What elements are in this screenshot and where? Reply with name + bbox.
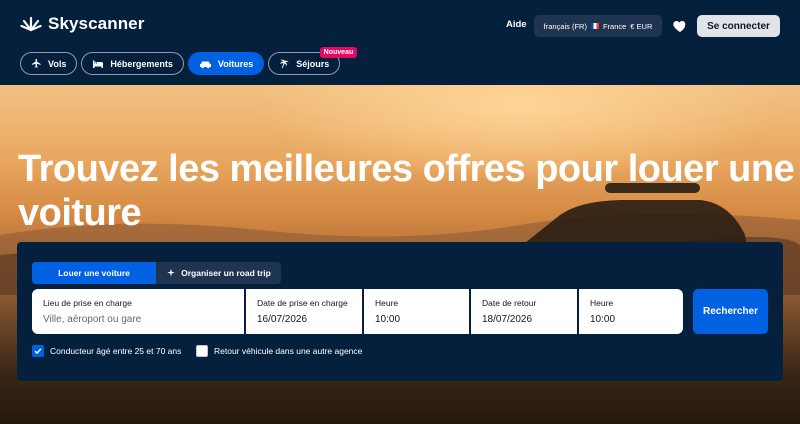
sparkle-icon [167,268,175,277]
tab-packages[interactable]: Séjours Nouveau [268,47,358,75]
different-return-checkbox[interactable] [196,345,208,357]
pickup-location-label: Lieu de prise en charge [43,298,132,308]
return-time-label: Heure [590,298,614,308]
pickup-date-field[interactable]: Date de prise en charge 16/07/2026 [246,289,362,334]
return-time-field[interactable]: Heure 10:00 [579,289,683,334]
driver-age-option[interactable]: Conducteur âgé entre 25 et 70 ans [32,345,181,357]
skyscanner-logo[interactable]: Skyscanner [20,14,144,34]
return-date-field[interactable]: Date de retour 18/07/2026 [471,289,577,334]
tab-cars[interactable]: Voitures [187,52,265,75]
new-badge: Nouveau [319,47,358,58]
tab-label: Vols [48,58,67,69]
checkmark-icon [34,348,42,355]
bed-icon [93,60,104,68]
search-mode-tabs: Louer une voiture Organiser un road trip [32,262,281,284]
tab-hotels[interactable]: Hébergements [81,52,184,75]
driver-age-checkbox[interactable] [32,345,44,357]
road-trip-label: Organiser un road trip [181,268,271,278]
locale-selector[interactable]: français (FR) France € EUR [534,15,662,37]
currency-label: € EUR [630,21,653,31]
plane-icon [31,58,41,68]
product-tabs: Vols Hébergements Voitures Séjours Nouve… [20,47,358,75]
pickup-location-input[interactable]: Ville, aéroport ou gare [43,314,141,325]
language-label: français (FR) [543,21,587,31]
sunburst-logo-icon [20,16,42,32]
pickup-time-field[interactable]: Heure 10:00 [364,289,469,334]
palm-icon [280,59,289,69]
return-time-value: 10:00 [590,314,616,325]
france-flag-icon [590,23,599,29]
tab-flights[interactable]: Vols [20,52,78,75]
pickup-location-field[interactable]: Lieu de prise en charge Ville, aéroport … [32,289,244,334]
heart-icon[interactable] [672,18,688,34]
page-headline: Trouvez les meilleures offres pour louer… [18,148,795,234]
pickup-date-label: Date de prise en charge [257,298,348,308]
country-label: France [602,21,627,31]
driver-age-label: Conducteur âgé entre 25 et 70 ans [50,346,182,356]
different-return-option[interactable]: Retour véhicule dans une autre agence [196,345,362,357]
pickup-time-value: 10:00 [375,314,401,325]
car-icon [199,61,211,68]
tab-label: Séjours [296,58,330,69]
tab-label: Hébergements [110,58,173,69]
pickup-time-label: Heure [375,298,399,308]
tab-label: Voitures [217,58,254,69]
brand-name: Skyscanner [48,14,145,33]
top-header: Skyscanner Aide français (FR) France € E… [0,0,800,85]
return-date-label: Date de retour [482,298,537,308]
help-link[interactable]: Aide [506,19,527,30]
search-button[interactable]: Rechercher [693,289,768,334]
different-return-label: Retour véhicule dans une autre agence [214,346,363,356]
pickup-date-value: 16/07/2026 [257,314,308,325]
login-button[interactable]: Se connecter [697,15,780,37]
tab-rent-car[interactable]: Louer une voiture [32,262,156,284]
car-search-panel: Louer une voiture Organiser un road trip… [17,242,783,381]
return-date-value: 18/07/2026 [482,314,533,325]
tab-road-trip[interactable]: Organiser un road trip [156,262,281,284]
